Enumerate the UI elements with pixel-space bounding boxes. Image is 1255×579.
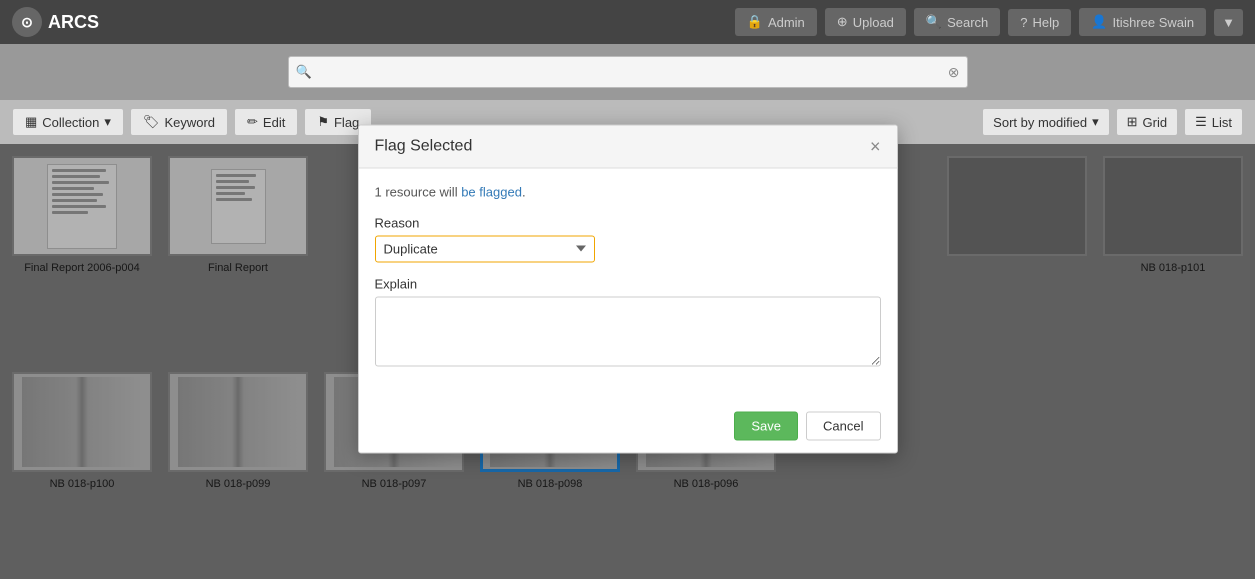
header: ⊙ ARCS 🔒 Admin ⊕ Upload 🔍 Search ? Help … [0, 0, 1255, 44]
explain-group: Explain [375, 276, 881, 369]
modal-close-button[interactable]: × [870, 137, 881, 155]
search-input[interactable] [288, 56, 968, 88]
modal-footer: Save Cancel [359, 399, 897, 452]
cancel-button[interactable]: Cancel [806, 411, 880, 440]
search-area: 🔍 ⊗ [0, 44, 1255, 100]
reason-select[interactable]: Duplicate Inappropriate Copyright Other [375, 235, 595, 262]
clear-search-icon[interactable]: ⊗ [948, 64, 960, 81]
sort-button[interactable]: Sort by modified ▾ [982, 108, 1109, 136]
save-button[interactable]: Save [734, 411, 798, 440]
modal-info-text: 1 resource will be flagged. [375, 184, 881, 199]
upload-icon: ⊕ [837, 14, 848, 30]
help-icon: ? [1020, 15, 1027, 30]
app-logo: ⊙ ARCS [12, 7, 99, 37]
search-nav-icon: 🔍 [926, 14, 942, 30]
reason-select-wrapper: Duplicate Inappropriate Copyright Other [375, 235, 595, 262]
modal-header: Flag Selected × [359, 125, 897, 168]
user-icon: 👤 [1091, 14, 1107, 30]
app-name: ARCS [48, 12, 99, 33]
search-button[interactable]: 🔍 Search [914, 8, 1000, 36]
list-view-button[interactable]: ☰ List [1184, 108, 1243, 136]
user-menu-button[interactable]: 👤 Itishree Swain [1079, 8, 1206, 36]
tag-icon: 🏷 [143, 114, 160, 130]
upload-button[interactable]: ⊕ Upload [825, 8, 906, 36]
explain-label: Explain [375, 276, 881, 291]
search-box: 🔍 ⊗ [288, 56, 968, 88]
header-dropdown-button[interactable]: ▼ [1214, 9, 1243, 36]
collection-dropdown-icon: ▾ [104, 114, 111, 130]
edit-icon: ✏ [247, 114, 258, 130]
explain-textarea[interactable] [375, 296, 881, 366]
help-button[interactable]: ? Help [1008, 9, 1071, 36]
edit-button[interactable]: ✏ Edit [234, 108, 298, 136]
sort-dropdown-icon: ▾ [1092, 114, 1099, 130]
lock-icon: 🔒 [747, 14, 763, 30]
admin-button[interactable]: 🔒 Admin [735, 8, 817, 36]
modal-title: Flag Selected [375, 137, 473, 155]
reason-group: Reason Duplicate Inappropriate Copyright… [375, 215, 881, 262]
flagged-highlight: be flagged [461, 184, 522, 199]
grid-icon: ⊞ [1127, 114, 1138, 130]
keyword-button[interactable]: 🏷 Keyword [130, 108, 228, 136]
grid-view-button[interactable]: ⊞ Grid [1116, 108, 1178, 136]
logo-icon: ⊙ [12, 7, 42, 37]
collection-button[interactable]: ▦ Collection ▾ [12, 108, 124, 136]
flag-modal: Flag Selected × 1 resource will be flagg… [358, 124, 898, 453]
search-icon: 🔍 [296, 64, 312, 80]
modal-body: 1 resource will be flagged. Reason Dupli… [359, 168, 897, 399]
list-icon: ☰ [1195, 114, 1207, 130]
flag-icon: ⚑ [317, 114, 329, 130]
reason-label: Reason [375, 215, 881, 230]
collection-icon: ▦ [25, 114, 37, 130]
